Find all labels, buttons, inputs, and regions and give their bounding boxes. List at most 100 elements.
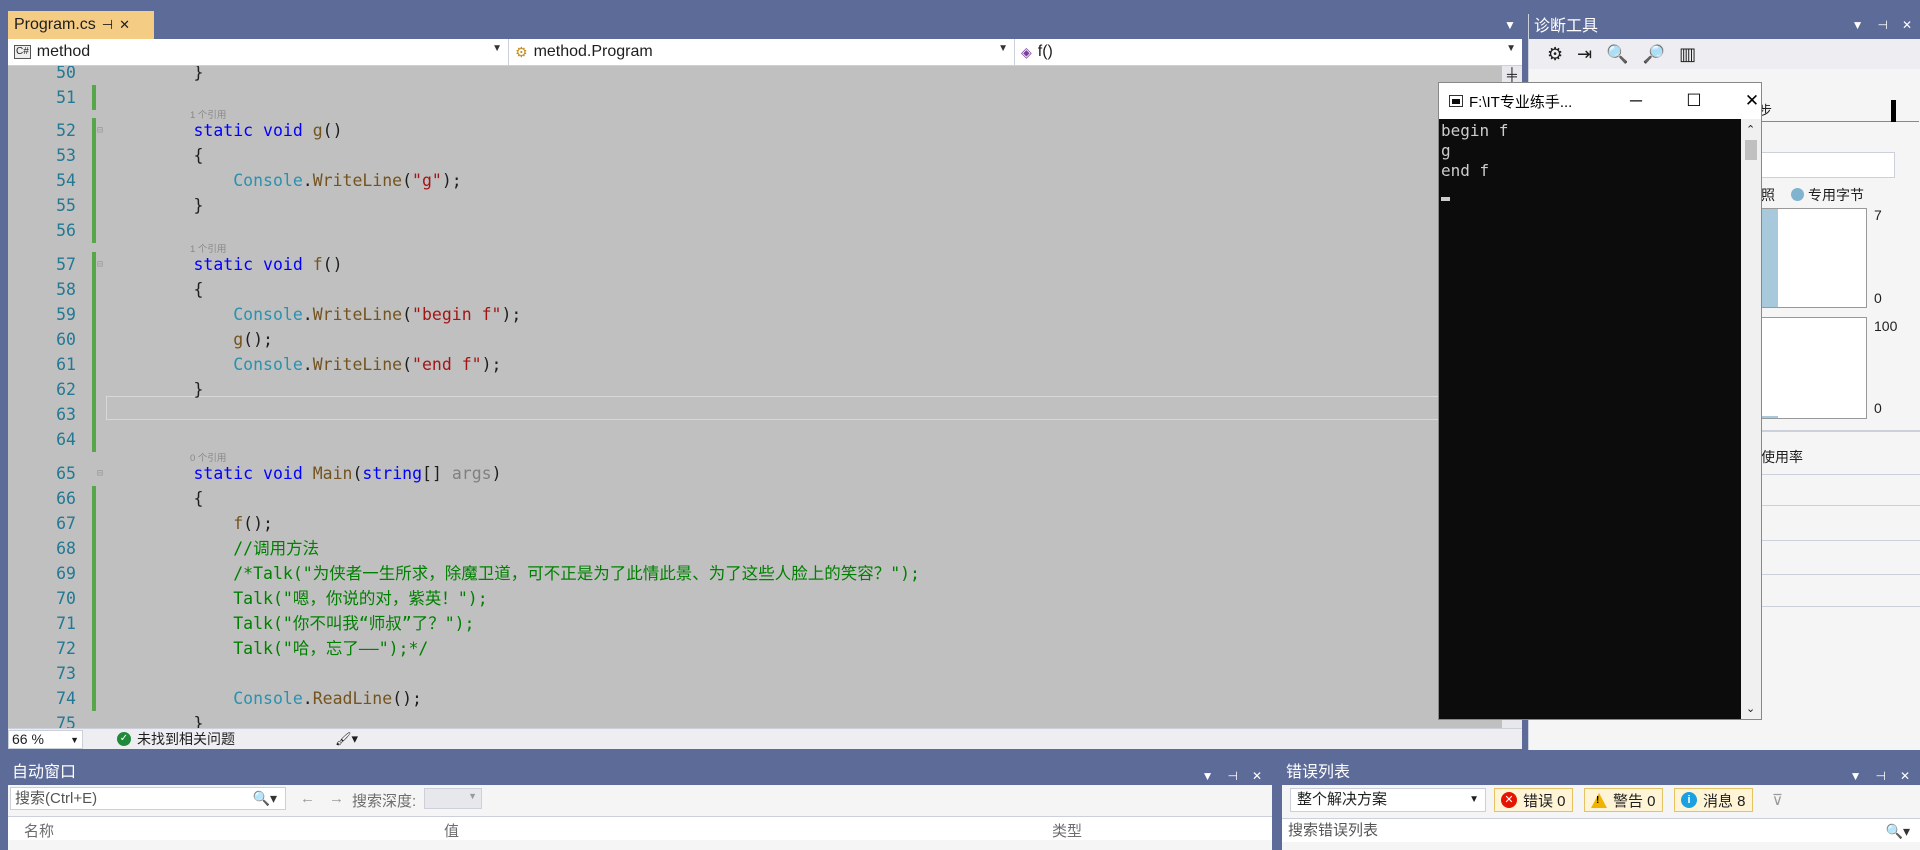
minimize-icon[interactable]: ─ <box>1613 83 1659 119</box>
chevron-down-icon[interactable]: ▼ <box>1202 764 1214 789</box>
forward-arrow-icon[interactable]: → <box>329 790 344 807</box>
code-line[interactable]: 57 ⊟ static void f() <box>8 252 1522 277</box>
code-line[interactable]: 51 <box>8 85 1522 110</box>
line-number: 52 <box>56 121 76 140</box>
pin-icon[interactable]: ⊣ <box>1875 764 1885 789</box>
code-line[interactable]: 54 Console.WriteLine("g"); <box>8 168 1522 193</box>
errors-filter-button[interactable]: ✕ 错误 0 <box>1494 788 1573 812</box>
code-line[interactable]: 68 //调用方法 <box>8 536 1522 561</box>
code-line[interactable]: 75 } <box>8 711 1522 728</box>
error-scope-selector[interactable]: 整个解决方案 ▼ <box>1290 788 1486 812</box>
issues-status[interactable]: 未找到相关问题 <box>137 729 235 749</box>
code-line[interactable]: 70 Talk("嗯，你说的对，紫英！"); <box>8 586 1522 611</box>
maximize-icon[interactable]: ☐ <box>1671 83 1717 119</box>
fold-toggle-icon[interactable]: ⊟ <box>97 252 103 277</box>
code-text: Talk("你不叫我“师叔”了？"); <box>233 614 475 633</box>
tab-list-dropdown-icon[interactable]: ▼ <box>1504 18 1516 32</box>
class-selector[interactable]: ⚙ method.Program ▼ <box>509 39 1015 65</box>
class-icon: ⚙ <box>515 43 528 60</box>
chart1-max: 7 <box>1874 207 1882 223</box>
change-indicator <box>92 218 96 243</box>
project-selector[interactable]: C# method ▼ <box>8 39 509 65</box>
pin-icon[interactable]: ⊣ <box>1877 18 1887 32</box>
search-icon[interactable]: 🔍▾ <box>1886 819 1910 843</box>
column-type[interactable]: 类型 <box>1052 820 1082 841</box>
zoom-in-icon[interactable]: 🔍 <box>1606 44 1628 65</box>
code-cleanup-brush-icon[interactable]: 🖌▾ <box>335 731 358 747</box>
console-scrollbar[interactable]: ⌃ ⌄ <box>1741 119 1761 719</box>
zoom-selector[interactable]: 66 % ▼ <box>8 729 83 749</box>
export-icon[interactable]: ⇥ <box>1577 44 1592 65</box>
code-line[interactable]: 71 Talk("你不叫我“师叔”了？"); <box>8 611 1522 636</box>
pin-icon[interactable]: ⊣ <box>102 17 113 33</box>
code-line[interactable]: 62 } <box>8 377 1522 402</box>
close-icon[interactable]: ✕ <box>1900 764 1910 789</box>
scroll-down-icon[interactable]: ⌄ <box>1746 702 1755 715</box>
code-line[interactable]: 65 ⊟ static void Main(string[] args) <box>8 461 1522 486</box>
code-line[interactable]: 64 <box>8 427 1522 452</box>
code-line[interactable]: 73 <box>8 661 1522 686</box>
change-indicator <box>92 686 96 711</box>
close-icon[interactable]: ✕ <box>1902 18 1912 32</box>
close-icon[interactable]: ✕ <box>1252 764 1262 789</box>
code-editor[interactable]: 50 } 51 1 个引用 52 ⊟ static void g() 53 {54 Con… <box>8 66 1522 728</box>
zoom-out-icon[interactable]: 🔎 <box>1643 44 1665 65</box>
code-line[interactable]: 58 { <box>8 277 1522 302</box>
event-filter-box[interactable] <box>1759 152 1895 178</box>
code-line[interactable]: 60 g(); <box>8 327 1522 352</box>
autos-search-placeholder: 搜索(Ctrl+E) <box>15 790 98 807</box>
code-line[interactable]: 56 <box>8 218 1522 243</box>
divider <box>1759 574 1920 575</box>
autos-search-input[interactable]: 搜索(Ctrl+E) 🔍▾ <box>10 787 286 810</box>
chart-icon[interactable]: ▥ <box>1679 44 1696 65</box>
code-text: } <box>114 196 204 215</box>
code-line[interactable]: 66 { <box>8 486 1522 511</box>
fold-toggle-icon[interactable]: ⊟ <box>97 461 103 486</box>
change-indicator <box>92 486 96 511</box>
change-indicator <box>92 536 96 561</box>
change-indicator <box>92 327 96 352</box>
messages-filter-button[interactable]: i 消息 8 <box>1674 788 1753 812</box>
code-line[interactable]: 72 Talk("哈，忘了——");*/ <box>8 636 1522 661</box>
chevron-down-icon: ▼ <box>468 791 477 801</box>
member-selector[interactable]: ◈ f() ▼ <box>1015 39 1522 65</box>
close-icon[interactable]: ✕ <box>1729 83 1775 119</box>
chevron-down-icon[interactable]: ▼ <box>1852 18 1864 32</box>
scroll-up-icon[interactable]: ⌃ <box>1746 123 1755 136</box>
settings-gear-icon[interactable]: ⚙ <box>1547 44 1563 65</box>
pin-icon[interactable]: ⊣ <box>1227 764 1237 789</box>
error-list-search-input[interactable]: 搜索错误列表 🔍▾ <box>1282 818 1920 842</box>
code-line[interactable]: 50 } <box>8 66 1522 85</box>
fold-toggle-icon[interactable]: ⊟ <box>97 118 103 143</box>
warnings-filter-button[interactable]: ! 警告 0 <box>1584 788 1663 812</box>
chevron-down-icon: ▼ <box>998 43 1008 54</box>
line-number: 61 <box>56 355 76 374</box>
autos-title-bar: 自动窗口 ▼ ⊣ ✕ <box>8 760 1272 785</box>
search-icon[interactable]: 🔍▾ <box>253 788 277 809</box>
code-line[interactable]: 55 } <box>8 193 1522 218</box>
close-icon[interactable]: ✕ <box>119 17 130 33</box>
document-tab-program-cs[interactable]: Program.cs ⊣ ✕ <box>8 11 154 39</box>
line-number: 58 <box>56 280 76 299</box>
filter-off-icon[interactable]: ⊽ <box>1772 791 1783 809</box>
code-line[interactable]: 63 <box>8 402 1522 427</box>
code-text: Console.WriteLine("begin f"); <box>233 305 522 324</box>
code-line[interactable]: 74 Console.ReadLine(); <box>8 686 1522 711</box>
code-line[interactable]: 52 ⊟ static void g() <box>8 118 1522 143</box>
code-line[interactable]: 67 f(); <box>8 511 1522 536</box>
console-scroll-thumb[interactable] <box>1745 140 1757 160</box>
code-line[interactable]: 61 Console.WriteLine("end f"); <box>8 352 1522 377</box>
column-value[interactable]: 值 <box>444 820 459 841</box>
console-title-bar[interactable]: F:\IT专业练手... ─ ☐ ✕ <box>1439 83 1761 119</box>
code-line[interactable]: 69 /*Talk("为侠者一生所求，除魔卫道，可不正是为了此情此景、为了这些人… <box>8 561 1522 586</box>
console-window[interactable]: F:\IT专业练手... ─ ☐ ✕ begin f g end f ⌃ ⌄ <box>1438 82 1762 720</box>
change-indicator <box>92 511 96 536</box>
code-line[interactable]: 53 { <box>8 143 1522 168</box>
column-name[interactable]: 名称 <box>24 820 54 841</box>
search-depth-selector[interactable]: ▼ <box>424 788 482 809</box>
line-number: 53 <box>56 146 76 165</box>
chevron-down-icon[interactable]: ▼ <box>1850 764 1862 789</box>
code-line[interactable]: 59 Console.WriteLine("begin f"); <box>8 302 1522 327</box>
back-arrow-icon[interactable]: ← <box>300 790 315 807</box>
console-output[interactable]: begin f g end f <box>1439 119 1741 719</box>
